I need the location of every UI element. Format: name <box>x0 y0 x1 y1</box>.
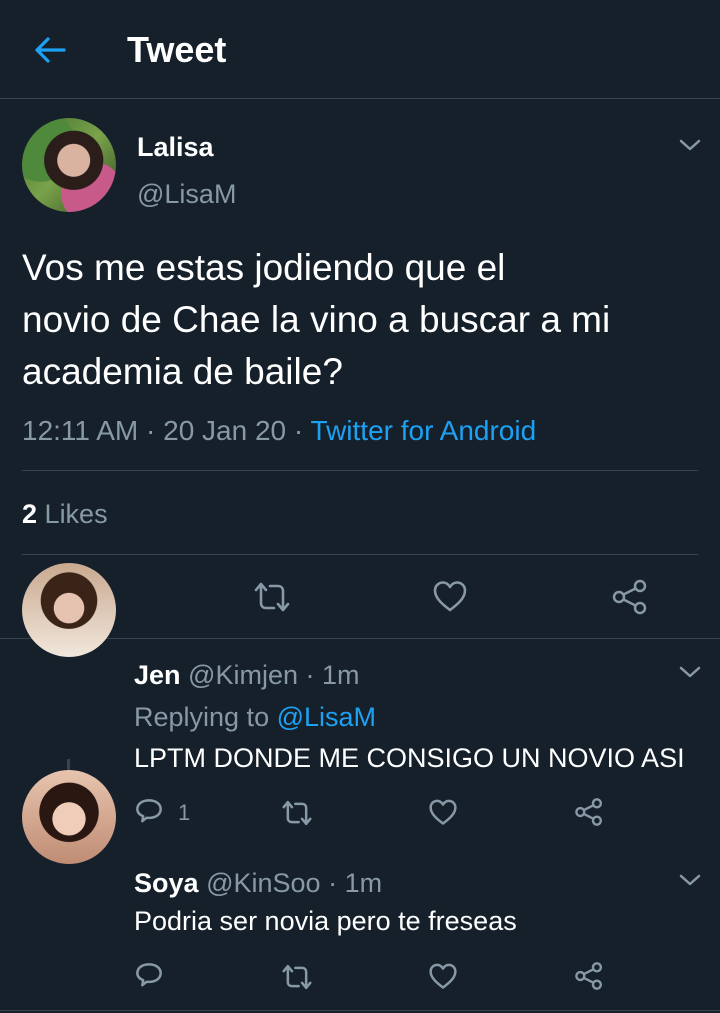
share-button[interactable] <box>574 961 604 996</box>
tweet-text-line: novio de Chae la vino a buscar a mi <box>22 299 611 340</box>
likes-label: Likes <box>44 499 108 529</box>
reply-author-name[interactable]: Jen <box>134 660 181 690</box>
tweet-text: Vos me estas jodiendo que el novio de Ch… <box>22 242 702 398</box>
reply-text: Podria ser novia pero te freseas <box>134 906 517 936</box>
like-button[interactable] <box>428 798 458 831</box>
retweet-icon <box>282 964 312 990</box>
share-icon <box>612 579 647 615</box>
tweet-meta: 12:11 AM · 20 Jan 20 · Twitter for Andro… <box>22 414 536 448</box>
retweet-icon <box>282 800 312 826</box>
reply-count: 1 <box>178 800 191 825</box>
share-button[interactable] <box>574 797 604 832</box>
chevron-down-icon <box>679 666 701 678</box>
reply-menu-button[interactable] <box>678 664 702 680</box>
reply-time: 1m <box>322 660 360 690</box>
tweet-time: 12:11 AM <box>22 415 139 446</box>
like-button[interactable] <box>432 579 468 618</box>
divider <box>0 1010 720 1011</box>
meta-separator: · <box>286 415 311 446</box>
replying-label: Replying to <box>134 702 270 732</box>
tweet-text-line: academia de baile? <box>22 351 343 392</box>
heart-icon <box>433 581 467 612</box>
reply-author-handle[interactable]: @Kimjen <box>188 660 298 690</box>
reply-icon <box>136 799 162 823</box>
tweet-menu-button[interactable] <box>678 137 702 153</box>
reply-header: Soya @KinSoo · 1m <box>134 867 382 899</box>
retweet-button[interactable] <box>280 962 314 997</box>
reply-header: Jen @Kimjen · 1m <box>134 659 360 691</box>
share-icon <box>575 798 603 826</box>
heart-icon <box>429 799 457 825</box>
reply-time: 1m <box>344 868 383 898</box>
reply-button[interactable] <box>134 961 164 996</box>
back-button[interactable] <box>30 30 70 70</box>
likes-count: 2 <box>22 499 38 529</box>
reply-author-handle[interactable]: @KinSoo <box>206 868 320 898</box>
retweet-button[interactable] <box>252 579 292 620</box>
avatar[interactable] <box>22 770 116 864</box>
meta-separator: · <box>328 868 345 898</box>
reply-menu-button[interactable] <box>678 872 702 888</box>
like-button[interactable] <box>428 962 458 995</box>
avatar[interactable] <box>22 118 116 212</box>
meta-separator: · <box>305 660 323 690</box>
replying-to: Replying to @LisaM <box>134 701 376 733</box>
meta-separator: · <box>138 415 164 446</box>
reply-author-name[interactable]: Soya <box>134 868 199 898</box>
share-button[interactable] <box>611 579 649 620</box>
page-title: Tweet <box>127 29 227 70</box>
author-name[interactable]: Lalisa <box>137 132 214 162</box>
retweet-button[interactable] <box>280 798 314 833</box>
heart-icon <box>429 963 457 989</box>
tweet-date: 20 Jan 20 <box>163 415 287 446</box>
divider <box>22 554 698 555</box>
share-icon <box>575 962 603 990</box>
main-tweet: Lalisa @LisaM Vos me estas jodiendo que … <box>0 99 720 639</box>
author-handle[interactable]: @LisaM <box>137 179 236 209</box>
tweet-source-link[interactable]: Twitter for Android <box>311 415 537 446</box>
retweet-icon <box>254 582 290 612</box>
replying-handle-link[interactable]: @LisaM <box>277 702 376 732</box>
divider <box>22 470 698 471</box>
top-bar: Tweet <box>0 0 720 99</box>
likes-summary[interactable]: 2 Likes <box>22 498 108 530</box>
avatar[interactable] <box>22 563 116 657</box>
reply-icon <box>136 963 162 987</box>
reply-button[interactable] <box>134 797 164 832</box>
reply-text: LPTM DONDE ME CONSIGO UN NOVIO ASI <box>134 743 685 773</box>
chevron-down-icon <box>679 874 701 886</box>
chevron-down-icon <box>679 139 701 151</box>
tweet-text-line: Vos me estas jodiendo que el <box>22 247 506 288</box>
arrow-left-icon <box>35 37 66 63</box>
